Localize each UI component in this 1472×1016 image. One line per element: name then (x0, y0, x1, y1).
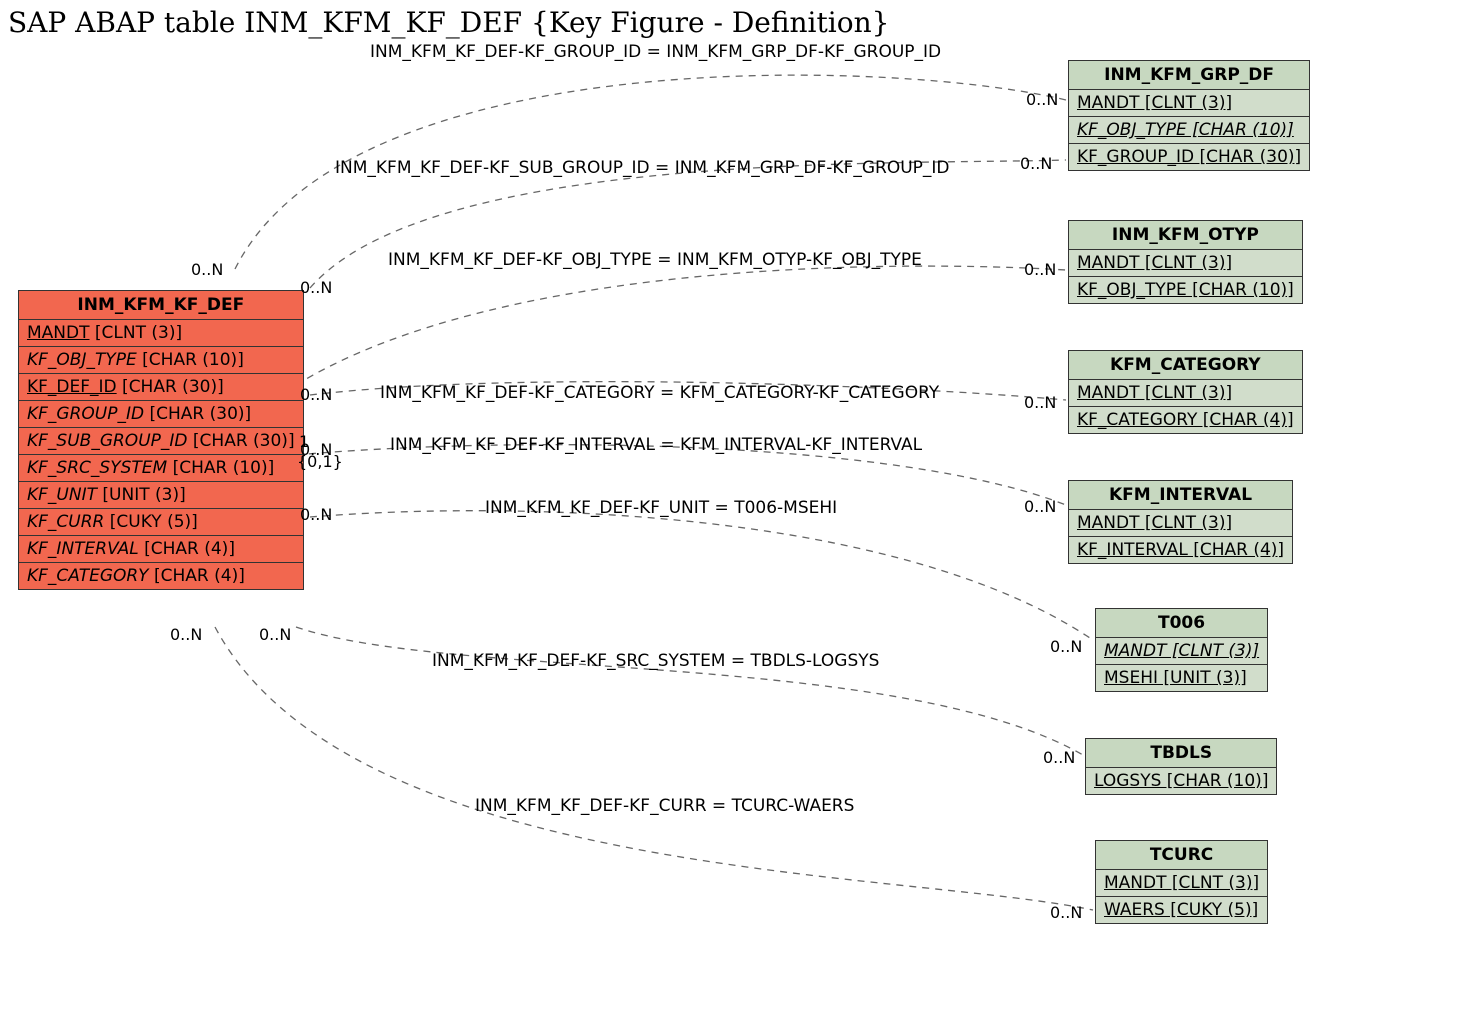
column-kf-curr: KF_CURR [CUKY (5)] (18, 509, 304, 536)
cardinality: {0,1} (297, 452, 343, 471)
column: KF_INTERVAL [CHAR (4)] (1068, 537, 1293, 564)
table-header: INM_KFM_KF_DEF (18, 290, 304, 320)
cardinality: 0..N (170, 625, 202, 644)
column-kf-category: KF_CATEGORY [CHAR (4)] (18, 563, 304, 590)
table-kfm-category: KFM_CATEGORY MANDT [CLNT (3)] KF_CATEGOR… (1068, 350, 1303, 434)
column: MANDT [CLNT (3)] (1068, 510, 1293, 537)
cardinality: 0..N (1043, 748, 1075, 767)
column: KF_GROUP_ID [CHAR (30)] (1068, 144, 1310, 171)
relation-label-kf-unit: INM_KFM_KF_DEF-KF_UNIT = T006-MSEHI (485, 498, 837, 518)
relation-label-kf-interval: INM_KFM_KF_DEF-KF_INTERVAL = KFM_INTERVA… (390, 435, 922, 455)
relation-label-kf-curr: INM_KFM_KF_DEF-KF_CURR = TCURC-WAERS (475, 796, 854, 816)
column: WAERS [CUKY (5)] (1095, 897, 1268, 924)
column-kf-def-id: KF_DEF_ID [CHAR (30)] (18, 374, 304, 401)
column: LOGSYS [CHAR (10)] (1085, 768, 1277, 795)
table-kfm-interval: KFM_INTERVAL MANDT [CLNT (3)] KF_INTERVA… (1068, 480, 1293, 564)
column-mandt: MANDT [CLNT (3)] (18, 320, 304, 347)
column: KF_OBJ_TYPE [CHAR (10)] (1068, 277, 1303, 304)
table-inm-kfm-otyp: INM_KFM_OTYP MANDT [CLNT (3)] KF_OBJ_TYP… (1068, 220, 1303, 304)
column: MANDT [CLNT (3)] (1068, 250, 1303, 277)
table-t006: T006 MANDT [CLNT (3)] MSEHI [UNIT (3)] (1095, 608, 1268, 692)
cardinality: 0..N (1024, 393, 1056, 412)
cardinality: 0..N (1050, 637, 1082, 656)
table-header: KFM_CATEGORY (1068, 350, 1303, 380)
table-header: KFM_INTERVAL (1068, 480, 1293, 510)
column-kf-obj-type: KF_OBJ_TYPE [CHAR (10)] (18, 347, 304, 374)
table-header: T006 (1095, 608, 1268, 638)
column-kf-sub-group-id: KF_SUB_GROUP_ID [CHAR (30)] (18, 428, 304, 455)
cardinality: 0..N (1050, 903, 1082, 922)
table-header: INM_KFM_OTYP (1068, 220, 1303, 250)
cardinality: 0..N (300, 385, 332, 404)
cardinality: 1 (299, 432, 309, 451)
table-inm-kfm-grp-df: INM_KFM_GRP_DF MANDT [CLNT (3)] KF_OBJ_T… (1068, 60, 1310, 171)
column: MANDT [CLNT (3)] (1068, 380, 1303, 407)
relation-label-kf-sub-group-id: INM_KFM_KF_DEF-KF_SUB_GROUP_ID = INM_KFM… (335, 158, 950, 178)
relation-label-kf-src-system: INM_KFM_KF_DEF-KF_SRC_SYSTEM = TBDLS-LOG… (432, 651, 879, 671)
column-kf-group-id: KF_GROUP_ID [CHAR (30)] (18, 401, 304, 428)
table-inm-kfm-kf-def: INM_KFM_KF_DEF MANDT [CLNT (3)] KF_OBJ_T… (18, 290, 304, 590)
column: KF_CATEGORY [CHAR (4)] (1068, 407, 1303, 434)
relation-label-kf-obj-type: INM_KFM_KF_DEF-KF_OBJ_TYPE = INM_KFM_OTY… (388, 250, 922, 270)
column: MANDT [CLNT (3)] (1095, 870, 1268, 897)
cardinality: 0..N (300, 505, 332, 524)
column: MANDT [CLNT (3)] (1095, 638, 1268, 665)
cardinality: 0..N (1020, 154, 1052, 173)
cardinality: 0..N (1024, 497, 1056, 516)
cardinality: 0..N (1026, 90, 1058, 109)
relation-label-kf-group-id: INM_KFM_KF_DEF-KF_GROUP_ID = INM_KFM_GRP… (370, 42, 941, 62)
column-kf-src-system: KF_SRC_SYSTEM [CHAR (10)] (18, 455, 304, 482)
relation-label-kf-category: INM_KFM_KF_DEF-KF_CATEGORY = KFM_CATEGOR… (380, 383, 939, 403)
column: KF_OBJ_TYPE [CHAR (10)] (1068, 117, 1310, 144)
cardinality: 0..N (191, 260, 223, 279)
column-kf-interval: KF_INTERVAL [CHAR (4)] (18, 536, 304, 563)
cardinality: 0..N (259, 625, 291, 644)
column: MANDT [CLNT (3)] (1068, 90, 1310, 117)
table-tcurc: TCURC MANDT [CLNT (3)] WAERS [CUKY (5)] (1095, 840, 1268, 924)
table-header: INM_KFM_GRP_DF (1068, 60, 1310, 90)
column-kf-unit: KF_UNIT [UNIT (3)] (18, 482, 304, 509)
cardinality: 0..N (300, 278, 332, 297)
table-tbdls: TBDLS LOGSYS [CHAR (10)] (1085, 738, 1277, 795)
diagram-title: SAP ABAP table INM_KFM_KF_DEF {Key Figur… (8, 6, 889, 39)
cardinality: 0..N (1024, 260, 1056, 279)
column: MSEHI [UNIT (3)] (1095, 665, 1268, 692)
table-header: TBDLS (1085, 738, 1277, 768)
table-header: TCURC (1095, 840, 1268, 870)
